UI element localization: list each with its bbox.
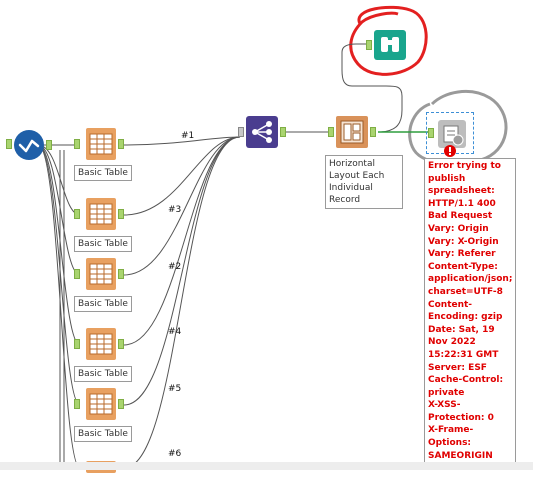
basic-table-tool-1[interactable] — [74, 128, 124, 160]
connection-label-3: #3 — [168, 205, 182, 215]
basic-table-label-4: Basic Table — [74, 366, 132, 382]
layout-icon — [336, 116, 368, 148]
union-input-anchor[interactable] — [238, 127, 244, 137]
connection-label-1: #1 — [181, 131, 195, 141]
table-icon — [86, 328, 116, 360]
table-output-anchor[interactable] — [118, 399, 124, 409]
table-output-anchor[interactable] — [118, 209, 124, 219]
basic-table-label-5: Basic Table — [74, 426, 132, 442]
layout-tool[interactable] — [328, 116, 376, 148]
union-output-anchor[interactable] — [280, 127, 286, 137]
layout-input-anchor[interactable] — [328, 127, 334, 137]
connection-label-4: #4 — [168, 327, 182, 337]
basic-table-tool-4[interactable] — [74, 328, 124, 360]
connection-label-6: #6 — [168, 449, 182, 459]
error-message-text: Error trying to publish spreadsheet: HTT… — [428, 161, 513, 470]
binoculars-icon — [374, 30, 406, 60]
browse-input-anchor[interactable] — [366, 40, 372, 50]
horizontal-layout-label: Horizontal Layout Each Individual Record — [325, 155, 403, 209]
table-input-anchor[interactable] — [74, 139, 80, 149]
error-icon — [444, 145, 456, 157]
table-output-anchor[interactable] — [118, 269, 124, 279]
table-icon — [86, 198, 116, 230]
table-icon — [86, 388, 116, 420]
check-circle-icon — [14, 130, 44, 160]
table-input-anchor[interactable] — [74, 209, 80, 219]
basic-table-tool-2[interactable] — [74, 198, 124, 230]
union-tool[interactable] — [238, 116, 286, 148]
output-input-anchor[interactable] — [428, 128, 434, 138]
table-output-anchor[interactable] — [118, 339, 124, 349]
table-icon — [86, 128, 116, 160]
basic-table-tool-5[interactable] — [74, 388, 124, 420]
connection-label-2: #2 — [168, 262, 182, 272]
connection-label-5: #5 — [168, 384, 182, 394]
workflow-canvas[interactable]: Basic Table Basic Table Basic Table Basi… — [0, 0, 533, 473]
basic-table-label-2: Basic Table — [74, 236, 132, 252]
union-icon — [246, 116, 278, 148]
dynamic-input-tool[interactable] — [6, 128, 52, 160]
table-input-anchor[interactable] — [74, 339, 80, 349]
output-icon — [438, 120, 466, 148]
layout-output-anchor[interactable] — [370, 127, 376, 137]
basic-table-label-1: Basic Table — [74, 165, 132, 181]
table-input-anchor[interactable] — [74, 269, 80, 279]
table-icon — [86, 258, 116, 290]
basic-table-tool-3[interactable] — [74, 258, 124, 290]
table-output-anchor[interactable] — [118, 139, 124, 149]
output-tool[interactable] — [424, 112, 476, 157]
canvas-scroll-strip — [0, 462, 533, 470]
table-input-anchor[interactable] — [74, 399, 80, 409]
error-message-panel: Error trying to publish spreadsheet: HTT… — [424, 158, 516, 470]
output-anchor[interactable] — [46, 140, 52, 150]
basic-table-label-3: Basic Table — [74, 296, 132, 312]
browse-tool[interactable] — [366, 30, 406, 60]
